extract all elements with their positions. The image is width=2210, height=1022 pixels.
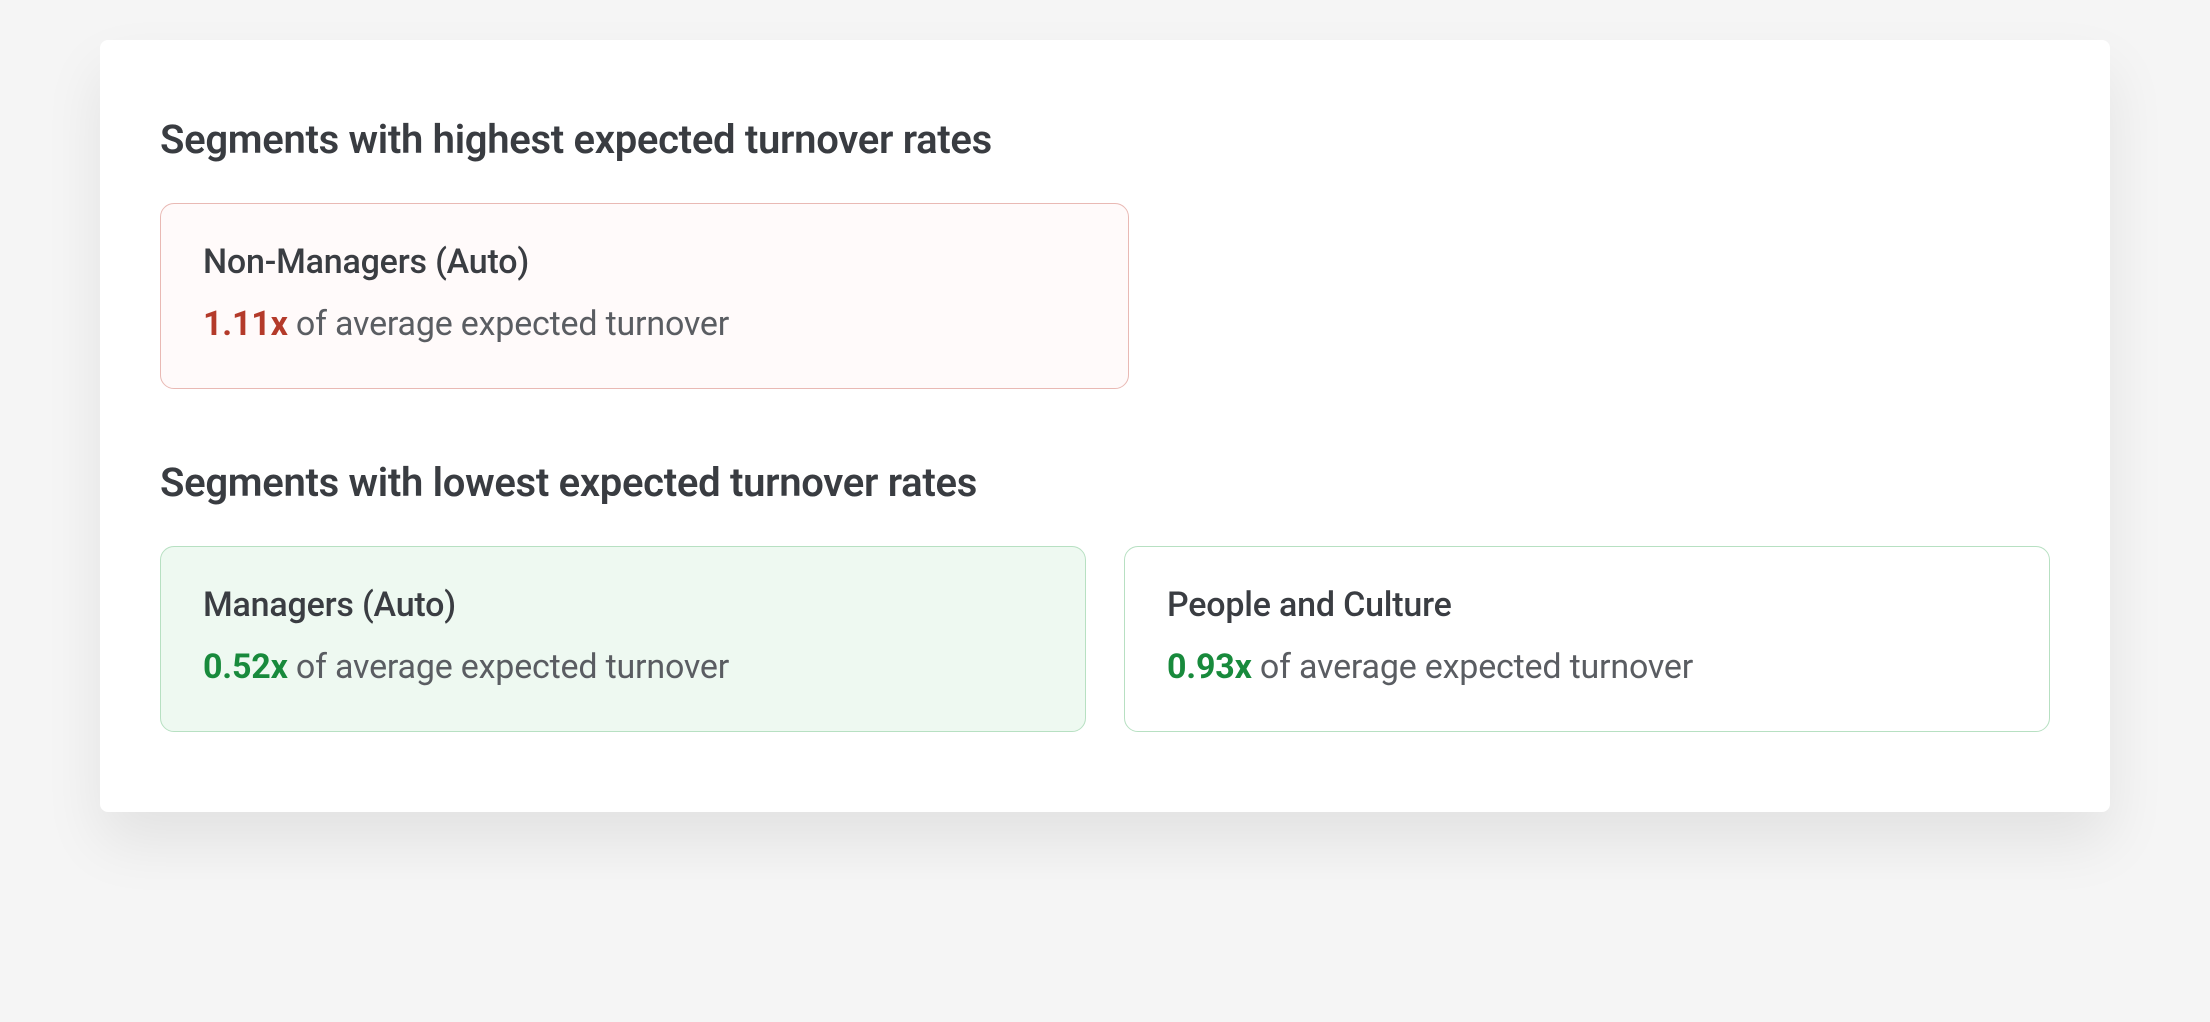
segment-title: Managers (Auto)	[203, 585, 1043, 625]
highest-section: Segments with highest expected turnover …	[160, 116, 2050, 389]
segment-stat: 0.52x of average expected turnover	[203, 647, 1043, 687]
turnover-segments-card: Segments with highest expected turnover …	[100, 40, 2110, 812]
segment-stat: 0.93x of average expected turnover	[1167, 647, 2007, 687]
highest-segments-row: Non-Managers (Auto) 1.11x of average exp…	[160, 203, 2050, 389]
spacer	[1167, 203, 2050, 389]
segment-title: Non-Managers (Auto)	[203, 242, 1086, 282]
lowest-segments-row: Managers (Auto) 0.52x of average expecte…	[160, 546, 2050, 732]
segment-card-high[interactable]: Non-Managers (Auto) 1.11x of average exp…	[160, 203, 1129, 389]
segment-multiplier: 0.93x	[1167, 647, 1252, 687]
segment-card-low[interactable]: People and Culture 0.93x of average expe…	[1124, 546, 2050, 732]
lowest-section: Segments with lowest expected turnover r…	[160, 459, 2050, 732]
segment-multiplier: 0.52x	[203, 647, 288, 687]
segment-suffix: of average expected turnover	[1252, 647, 1693, 687]
segment-title: People and Culture	[1167, 585, 2007, 625]
segment-suffix: of average expected turnover	[288, 304, 729, 344]
highest-heading: Segments with highest expected turnover …	[160, 116, 2050, 163]
segment-multiplier: 1.11x	[203, 304, 288, 344]
lowest-heading: Segments with lowest expected turnover r…	[160, 459, 2050, 506]
segment-stat: 1.11x of average expected turnover	[203, 304, 1086, 344]
segment-card-low[interactable]: Managers (Auto) 0.52x of average expecte…	[160, 546, 1086, 732]
segment-suffix: of average expected turnover	[288, 647, 729, 687]
